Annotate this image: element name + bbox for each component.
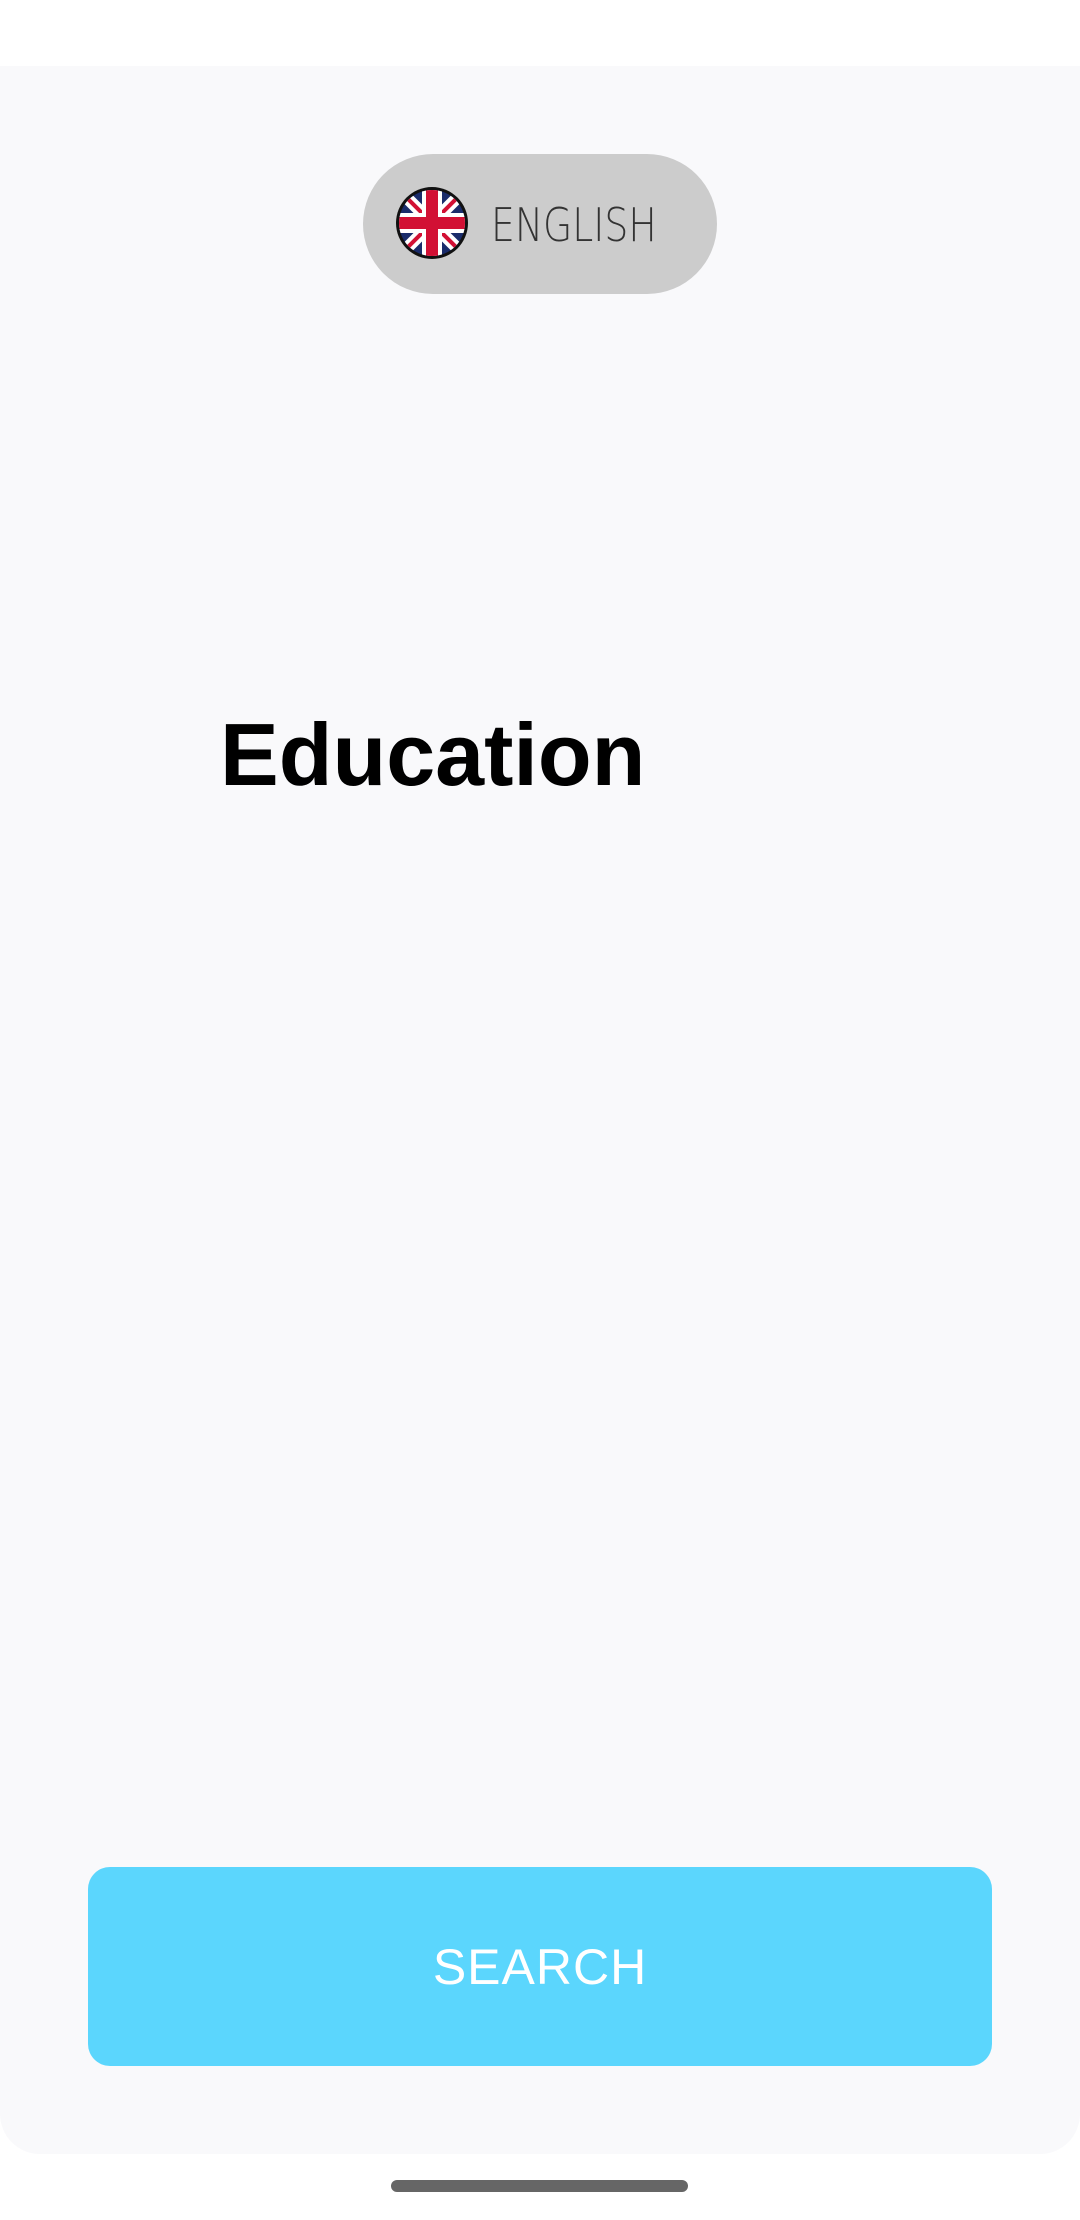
language-selector[interactable]: ENGLISH — [363, 154, 717, 294]
page-title: Education — [220, 705, 646, 804]
app-surface — [0, 66, 1080, 2154]
home-indicator[interactable] — [391, 2180, 688, 2192]
uk-flag-icon — [395, 186, 469, 260]
status-bar — [0, 0, 1080, 66]
search-button[interactable]: SEARCH — [88, 1867, 992, 2066]
language-label: ENGLISH — [491, 198, 657, 252]
